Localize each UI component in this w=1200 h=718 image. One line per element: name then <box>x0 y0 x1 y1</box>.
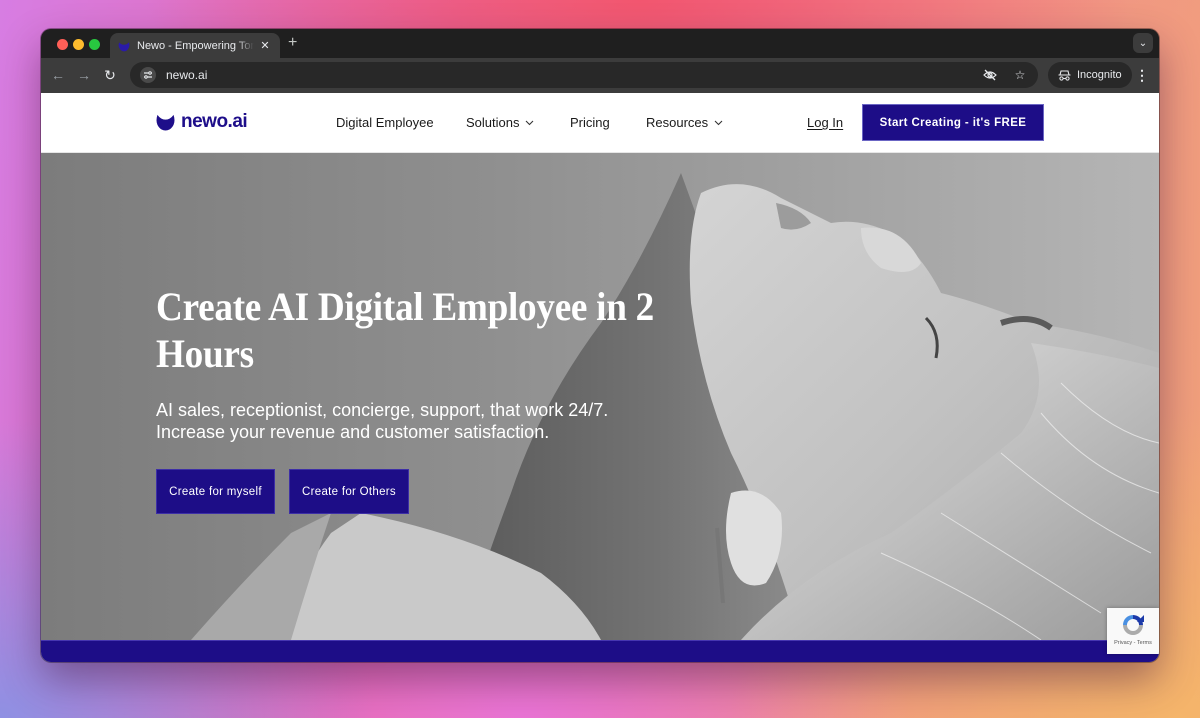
chevron-down-icon <box>526 120 534 125</box>
web-page: newo.ai Digital Employee Solutions Prici… <box>41 93 1159 662</box>
create-for-myself-button[interactable]: Create for myself <box>156 469 275 514</box>
hero-section: Create AI Digital Employee in 2 Hours AI… <box>41 153 1159 640</box>
nav-item-resources[interactable]: Resources <box>646 115 723 130</box>
create-for-others-button[interactable]: Create for Others <box>289 469 409 514</box>
reload-icon[interactable]: ↻ <box>101 66 119 84</box>
site-logo[interactable]: newo.ai <box>156 111 248 133</box>
more-vertical-icon[interactable]: ⋮ <box>1135 67 1149 83</box>
chevron-down-icon[interactable]: ⌄ <box>1133 33 1153 53</box>
recaptcha-icon <box>1123 615 1144 635</box>
incognito-icon <box>1058 69 1071 81</box>
site-header: newo.ai Digital Employee Solutions Prici… <box>41 93 1159 153</box>
nav-item-solutions[interactable]: Solutions <box>466 115 534 130</box>
address-bar[interactable]: newo.ai ☆ <box>130 62 1038 88</box>
browser-window: Newo - Empowering Tomorrow's Workforce ✕… <box>41 29 1159 662</box>
nav-label: Pricing <box>570 115 610 130</box>
hero-portrait-image <box>191 173 1159 640</box>
hero-subtitle-line-1: AI sales, receptionist, concierge, suppo… <box>156 400 609 420</box>
brand-name: newo.ai <box>181 111 248 132</box>
hero-subtitle: AI sales, receptionist, concierge, suppo… <box>156 399 756 443</box>
site-settings-icon[interactable] <box>140 67 156 83</box>
nav-item-digital-employee[interactable]: Digital Employee <box>336 115 434 130</box>
close-icon[interactable]: ✕ <box>258 39 272 52</box>
nav-label: Resources <box>646 115 709 130</box>
newo-logo-icon <box>156 114 175 131</box>
arrow-left-icon[interactable]: ← <box>49 66 67 84</box>
incognito-label: Incognito <box>1077 69 1122 81</box>
login-link[interactable]: Log In <box>807 115 843 130</box>
url-text[interactable]: newo.ai <box>166 68 207 82</box>
nav-label: Digital Employee <box>336 115 434 130</box>
arrow-right-icon[interactable]: → <box>75 66 93 84</box>
browser-toolbar: ← → ↻ newo.ai ☆ Incognito ⋮ <box>41 58 1159 93</box>
newo-logo-icon <box>118 41 130 51</box>
footer-band <box>41 640 1159 662</box>
close-window-button[interactable] <box>57 39 68 50</box>
tab-title: Newo - Empowering Tomorrow's Workforce <box>137 39 254 52</box>
maximize-window-button[interactable] <box>89 39 100 50</box>
hero-title: Create AI Digital Employee in 2 Hours <box>156 284 654 376</box>
recaptcha-badge[interactable]: Privacy - Terms <box>1107 608 1159 654</box>
browser-tab-active[interactable]: Newo - Empowering Tomorrow's Workforce ✕ <box>110 33 280 58</box>
plus-icon[interactable]: + <box>288 34 297 52</box>
nav-label: Solutions <box>466 115 520 130</box>
hero-subtitle-line-2: Increase your revenue and customer satis… <box>156 422 550 442</box>
tab-strip: Newo - Empowering Tomorrow's Workforce ✕… <box>41 29 1159 58</box>
incognito-indicator[interactable]: Incognito <box>1048 62 1132 88</box>
minimize-window-button[interactable] <box>73 39 84 50</box>
nav-item-pricing[interactable]: Pricing <box>570 115 610 130</box>
star-icon[interactable]: ☆ <box>1012 66 1028 84</box>
start-creating-button[interactable]: Start Creating - it's FREE <box>862 104 1044 141</box>
recaptcha-links[interactable]: Privacy - Terms <box>1114 640 1152 646</box>
eye-slash-icon[interactable] <box>982 66 998 84</box>
chevron-down-icon <box>714 120 723 125</box>
